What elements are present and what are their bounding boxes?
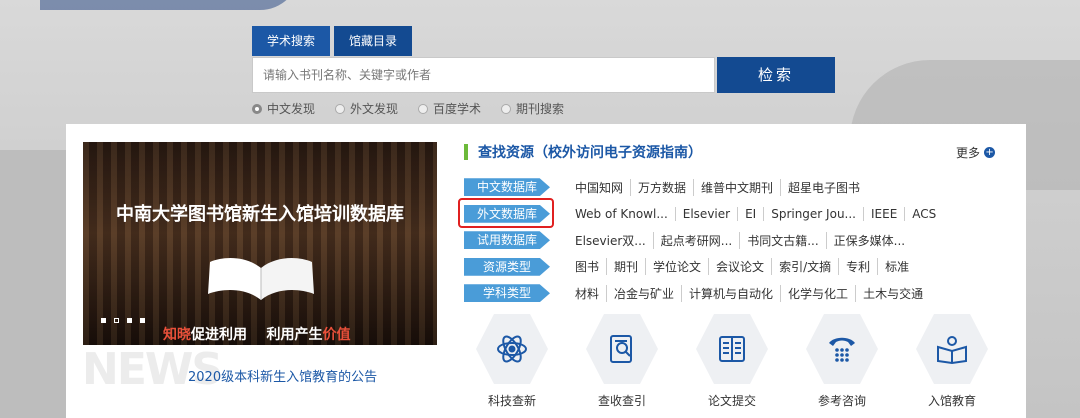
- radio-foreign-discovery[interactable]: 外文发现: [335, 100, 398, 117]
- reading-person-icon: [916, 314, 988, 384]
- resource-link[interactable]: 图书: [568, 258, 608, 276]
- background-shape: [40, 0, 300, 10]
- plus-icon: +: [984, 147, 996, 158]
- carousel-indicators: [101, 318, 145, 323]
- resource-link[interactable]: IEEE: [864, 206, 906, 221]
- resource-link[interactable]: 材料: [568, 284, 608, 302]
- atom-icon: [476, 314, 548, 384]
- news-link[interactable]: 2020级本科新生入馆教育的公告: [188, 366, 377, 385]
- resource-link[interactable]: Elsevier: [676, 206, 739, 221]
- banner-title: 中南大学图书馆新生入馆培训数据库: [116, 204, 404, 225]
- radio-baidu-scholar[interactable]: 百度学术: [418, 100, 481, 117]
- search-input[interactable]: 请输入书刊名称、关键字或作者: [252, 57, 715, 93]
- resource-link[interactable]: ACS: [905, 207, 943, 221]
- resource-link[interactable]: 会议论文: [709, 258, 773, 276]
- carousel-dot[interactable]: [127, 318, 132, 323]
- radio-icon: [418, 103, 429, 114]
- document-search-icon: [586, 314, 658, 384]
- service-icons: 科技查新 查收查引 论文提交 参考咨询 入馆教育: [476, 314, 988, 409]
- resource-link[interactable]: Elsevier双...: [568, 231, 654, 249]
- service-reference-consulting[interactable]: 参考咨询: [806, 314, 878, 409]
- resources-header: 查找资源（校外访问电子资源指南）: [464, 142, 702, 162]
- resource-link[interactable]: 化学与化工: [781, 284, 857, 302]
- resources-title[interactable]: 查找资源（校外访问电子资源指南）: [478, 142, 702, 162]
- tab-academic-search[interactable]: 学术搜索: [252, 26, 331, 56]
- category-subject-types[interactable]: 学科类型: [464, 284, 550, 303]
- highlight-box: [458, 198, 554, 228]
- radio-icon: [335, 103, 346, 114]
- resource-link[interactable]: 超星电子图书: [781, 179, 867, 196]
- service-thesis-submission[interactable]: 论文提交: [696, 314, 768, 409]
- resource-link[interactable]: 维普中文期刊: [694, 178, 782, 196]
- banner-carousel[interactable]: 中南大学图书馆新生入馆培训数据库 知晓促进利用 利用产生价值: [83, 142, 437, 345]
- bookshelf-background: [83, 142, 437, 345]
- search-button[interactable]: 检索: [717, 57, 835, 93]
- resource-link[interactable]: Web of Knowl...: [568, 206, 676, 221]
- resource-link[interactable]: 中国知网: [568, 178, 632, 196]
- resource-link[interactable]: Springer Jou...: [764, 206, 864, 221]
- main-panel: 中南大学图书馆新生入馆培训数据库 知晓促进利用 利用产生价值 NEWS 2020…: [66, 124, 1026, 418]
- resource-link[interactable]: 索引/文摘: [772, 258, 840, 276]
- tab-catalog[interactable]: 馆藏目录: [334, 26, 413, 56]
- search-options: 中文发现 外文发现 百度学术 期刊搜索: [252, 100, 564, 117]
- carousel-dot[interactable]: [114, 318, 119, 323]
- resource-link[interactable]: 起点考研网...: [654, 231, 741, 249]
- resource-link[interactable]: 冶金与矿业: [607, 284, 683, 302]
- search-bar: 请输入书刊名称、关键字或作者 检索: [252, 57, 835, 93]
- more-link[interactable]: 更多 +: [956, 144, 996, 161]
- resource-link[interactable]: 计算机与自动化: [682, 284, 782, 302]
- banner-slogan: 知晓促进利用 利用产生价值: [163, 327, 351, 343]
- resource-link[interactable]: 专利: [839, 258, 879, 276]
- telephone-icon: [806, 314, 878, 384]
- open-book-illustration: [208, 258, 314, 300]
- resource-link[interactable]: 书同文古籍...: [740, 231, 827, 249]
- radio-icon: [501, 103, 512, 114]
- resource-link[interactable]: 标准: [878, 258, 916, 275]
- resource-row: 资源类型 图书 期刊 学位论文 会议论文 索引/文摘 专利 标准: [464, 254, 943, 281]
- service-citation-search[interactable]: 查收查引: [586, 314, 658, 409]
- resource-link[interactable]: EI: [738, 206, 765, 221]
- resource-link[interactable]: 期刊: [607, 258, 647, 276]
- background-shape: [0, 150, 70, 418]
- category-resource-types[interactable]: 资源类型: [464, 257, 550, 276]
- service-novelty-search[interactable]: 科技查新: [476, 314, 548, 409]
- resource-link[interactable]: 正保多媒体...: [827, 232, 912, 249]
- open-book-icon: [696, 314, 768, 384]
- resource-link[interactable]: 万方数据: [631, 178, 695, 196]
- search-tabs: 学术搜索 馆藏目录: [252, 26, 413, 56]
- radio-selected-icon: [252, 103, 262, 114]
- carousel-dot[interactable]: [140, 318, 145, 323]
- resource-row: 试用数据库 Elsevier双... 起点考研网... 书同文古籍... 正保多…: [464, 227, 943, 254]
- category-chinese-databases[interactable]: 中文数据库: [464, 178, 550, 197]
- resource-row: 中文数据库 中国知网 万方数据 维普中文期刊 超星电子图书: [464, 174, 943, 201]
- resource-rows: 中文数据库 中国知网 万方数据 维普中文期刊 超星电子图书 外文数据库 Web …: [464, 174, 943, 307]
- radio-chinese-discovery[interactable]: 中文发现: [252, 100, 315, 117]
- resource-link[interactable]: 土木与交通: [856, 285, 930, 302]
- service-orientation[interactable]: 入馆教育: [916, 314, 988, 409]
- section-marker: [464, 144, 468, 160]
- carousel-dot[interactable]: [101, 318, 106, 323]
- resource-row: 学科类型 材料 冶金与矿业 计算机与自动化 化学与化工 土木与交通: [464, 280, 943, 307]
- category-trial-databases[interactable]: 试用数据库: [464, 231, 550, 250]
- radio-journal-search[interactable]: 期刊搜索: [501, 100, 564, 117]
- resource-link[interactable]: 学位论文: [646, 258, 710, 276]
